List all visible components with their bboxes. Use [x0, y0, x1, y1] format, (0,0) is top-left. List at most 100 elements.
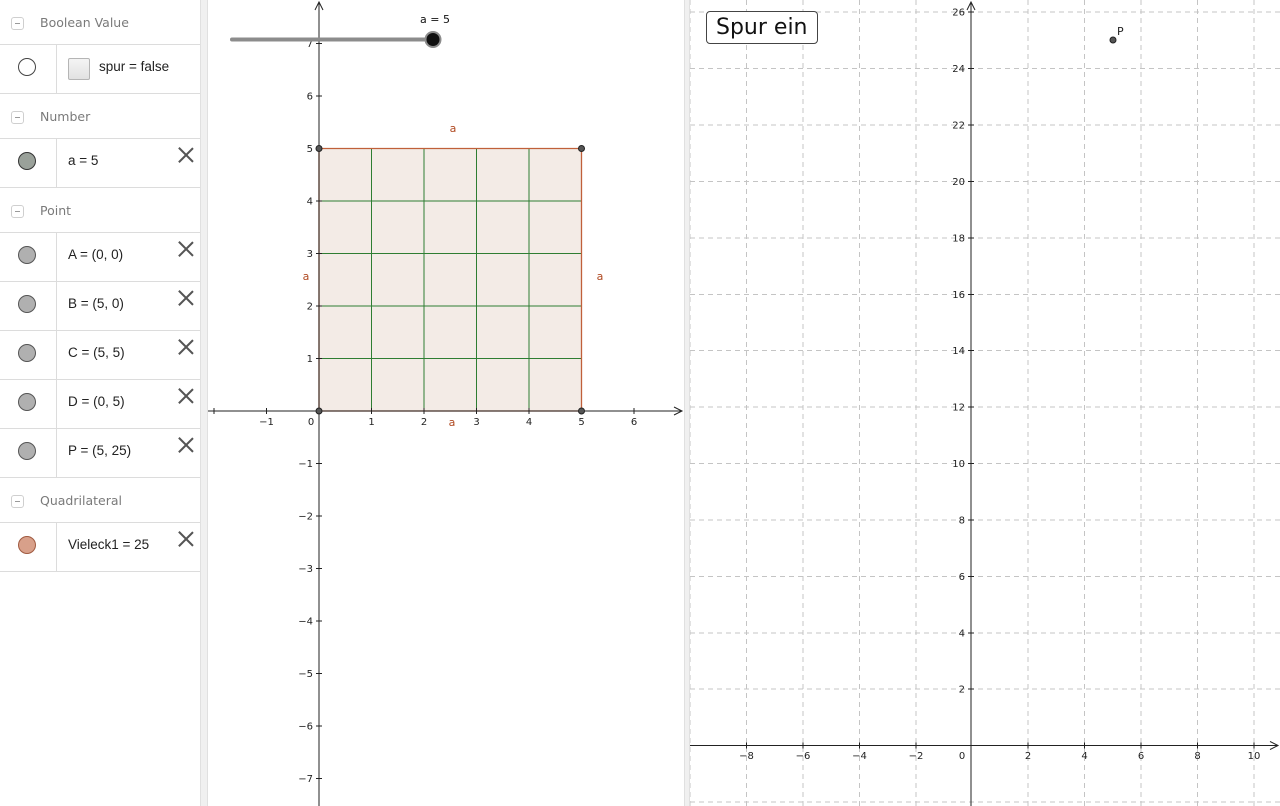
y-tick-label: 6 — [959, 572, 965, 583]
group-label: Quadrilateral — [40, 493, 122, 508]
x-tick-label: 8 — [1194, 751, 1200, 762]
y-tick-label: 5 — [307, 144, 313, 155]
y-tick-label: 6 — [307, 92, 313, 103]
visibility-toggle[interactable] — [18, 295, 36, 313]
algebra-item-A[interactable]: A = (0, 0) — [0, 233, 200, 282]
y-tick-label: 2 — [959, 685, 965, 696]
x-tick-label: 6 — [631, 417, 637, 428]
spur-checkbox[interactable] — [68, 58, 90, 80]
collapse-toggle-icon[interactable] — [11, 495, 24, 508]
y-tick-label: 8 — [959, 516, 965, 527]
x-tick-label: −1 — [259, 417, 274, 428]
graphics-view-2[interactable]: −8 −6 −4 −2 0 2 4 6 8 10 26 24 22 20 18 … — [690, 0, 1280, 806]
delete-icon[interactable] — [177, 530, 195, 548]
algebra-item-spur[interactable]: spur = false — [0, 45, 200, 94]
delete-icon[interactable] — [177, 146, 195, 164]
x-tick-label: 0 — [959, 751, 965, 762]
visibility-toggle[interactable] — [18, 246, 36, 264]
visibility-toggle[interactable] — [18, 393, 36, 411]
group-number[interactable]: Number — [0, 94, 200, 139]
y-tick-label: 1 — [307, 354, 313, 365]
slider-label: a = 5 — [420, 13, 450, 26]
axes — [690, 2, 1278, 806]
y-tick-label: −1 — [298, 459, 313, 470]
algebra-item-text: A = (0, 0) — [68, 247, 124, 262]
grid-vertical — [690, 0, 1255, 806]
side-label-right: a — [597, 270, 604, 283]
y-tick-label: 12 — [952, 403, 965, 414]
y-tick-label: 2 — [307, 302, 313, 313]
x-tick-label: 4 — [526, 417, 532, 428]
visibility-toggle[interactable] — [18, 152, 36, 170]
point-B[interactable] — [578, 407, 585, 415]
y-tick-label: 14 — [952, 346, 965, 357]
x-tick-label: 10 — [1248, 751, 1261, 762]
y-tick-label: 24 — [952, 64, 965, 75]
group-label: Boolean Value — [40, 15, 129, 30]
algebra-item-text: a = 5 — [68, 153, 99, 168]
visibility-toggle[interactable] — [18, 536, 36, 554]
delete-icon[interactable] — [177, 338, 195, 356]
point-P-label: P — [1117, 25, 1124, 38]
algebra-item-text: B = (5, 0) — [68, 296, 124, 311]
square-polygon[interactable] — [319, 148, 582, 412]
algebra-item-text: D = (0, 5) — [68, 394, 125, 409]
x-tick-label: −6 — [796, 751, 811, 762]
y-tick-label: 4 — [307, 197, 313, 208]
y-tick-label: 16 — [952, 290, 965, 301]
algebra-item-D[interactable]: D = (0, 5) — [0, 380, 200, 429]
visibility-toggle[interactable] — [18, 58, 36, 76]
point-P[interactable] — [1109, 36, 1117, 44]
y-tick-label: −3 — [298, 564, 313, 575]
group-label: Point — [40, 203, 72, 218]
delete-icon[interactable] — [177, 436, 195, 454]
point-A[interactable] — [315, 407, 323, 415]
point-D[interactable] — [315, 145, 323, 152]
y-tick-label: −2 — [298, 512, 313, 523]
y-tick-label: 26 — [952, 8, 965, 19]
group-quadrilateral[interactable]: Quadrilateral — [0, 478, 200, 523]
algebra-item-B[interactable]: B = (5, 0) — [0, 282, 200, 331]
collapse-toggle-icon[interactable] — [11, 111, 24, 124]
side-label-top: a — [450, 122, 457, 135]
y-tick-label: 20 — [952, 177, 965, 188]
collapse-toggle-icon[interactable] — [11, 17, 24, 30]
y-tick-label: −7 — [298, 774, 313, 785]
y-tick-label: −6 — [298, 722, 313, 733]
group-boolean-value[interactable]: Boolean Value — [0, 0, 200, 45]
algebra-item-text: C = (5, 5) — [68, 345, 125, 360]
algebra-item-text: Vieleck1 = 25 — [68, 537, 150, 552]
algebra-item-C[interactable]: C = (5, 5) — [0, 331, 200, 380]
slider-handle[interactable] — [424, 31, 442, 48]
delete-icon[interactable] — [177, 289, 195, 307]
algebra-item-text: P = (5, 25) — [68, 443, 132, 458]
group-point[interactable]: Point — [0, 188, 200, 233]
delete-icon[interactable] — [177, 387, 195, 405]
algebra-item-P[interactable]: P = (5, 25) — [0, 429, 200, 478]
spur-ein-button[interactable]: Spur ein — [706, 11, 818, 44]
x-tick-label: 2 — [1025, 751, 1031, 762]
x-tick-label: 6 — [1138, 751, 1144, 762]
x-tick-label: 3 — [473, 417, 479, 428]
x-tick-label: −2 — [909, 751, 924, 762]
collapse-toggle-icon[interactable] — [11, 205, 24, 218]
algebra-item-a[interactable]: a = 5 — [0, 139, 200, 188]
side-label-left: a — [303, 270, 310, 283]
panel-splitter[interactable] — [200, 0, 208, 806]
x-tick-label: 1 — [368, 417, 374, 428]
algebra-item-vieleck1[interactable]: Vieleck1 = 25 — [0, 523, 200, 572]
visibility-toggle[interactable] — [18, 442, 36, 460]
y-tick-label: −5 — [298, 669, 313, 680]
graphics-view-1[interactable]: −1 0 1 2 3 4 5 6 7 6 5 4 3 2 1 −1 −2 −3 — [208, 0, 684, 806]
point-C[interactable] — [578, 145, 585, 152]
y-tick-label: 10 — [952, 459, 965, 470]
x-tick-label: 2 — [421, 417, 427, 428]
visibility-toggle[interactable] — [18, 344, 36, 362]
algebra-view: Boolean Value spur = false Number a = 5 … — [0, 0, 200, 806]
x-tick-label: −4 — [852, 751, 867, 762]
y-tick-label: 18 — [952, 234, 965, 245]
x-tick-label: 0 — [308, 417, 314, 428]
y-tick-label: −4 — [298, 617, 313, 628]
delete-icon[interactable] — [177, 240, 195, 258]
x-tick-label: −8 — [739, 751, 754, 762]
